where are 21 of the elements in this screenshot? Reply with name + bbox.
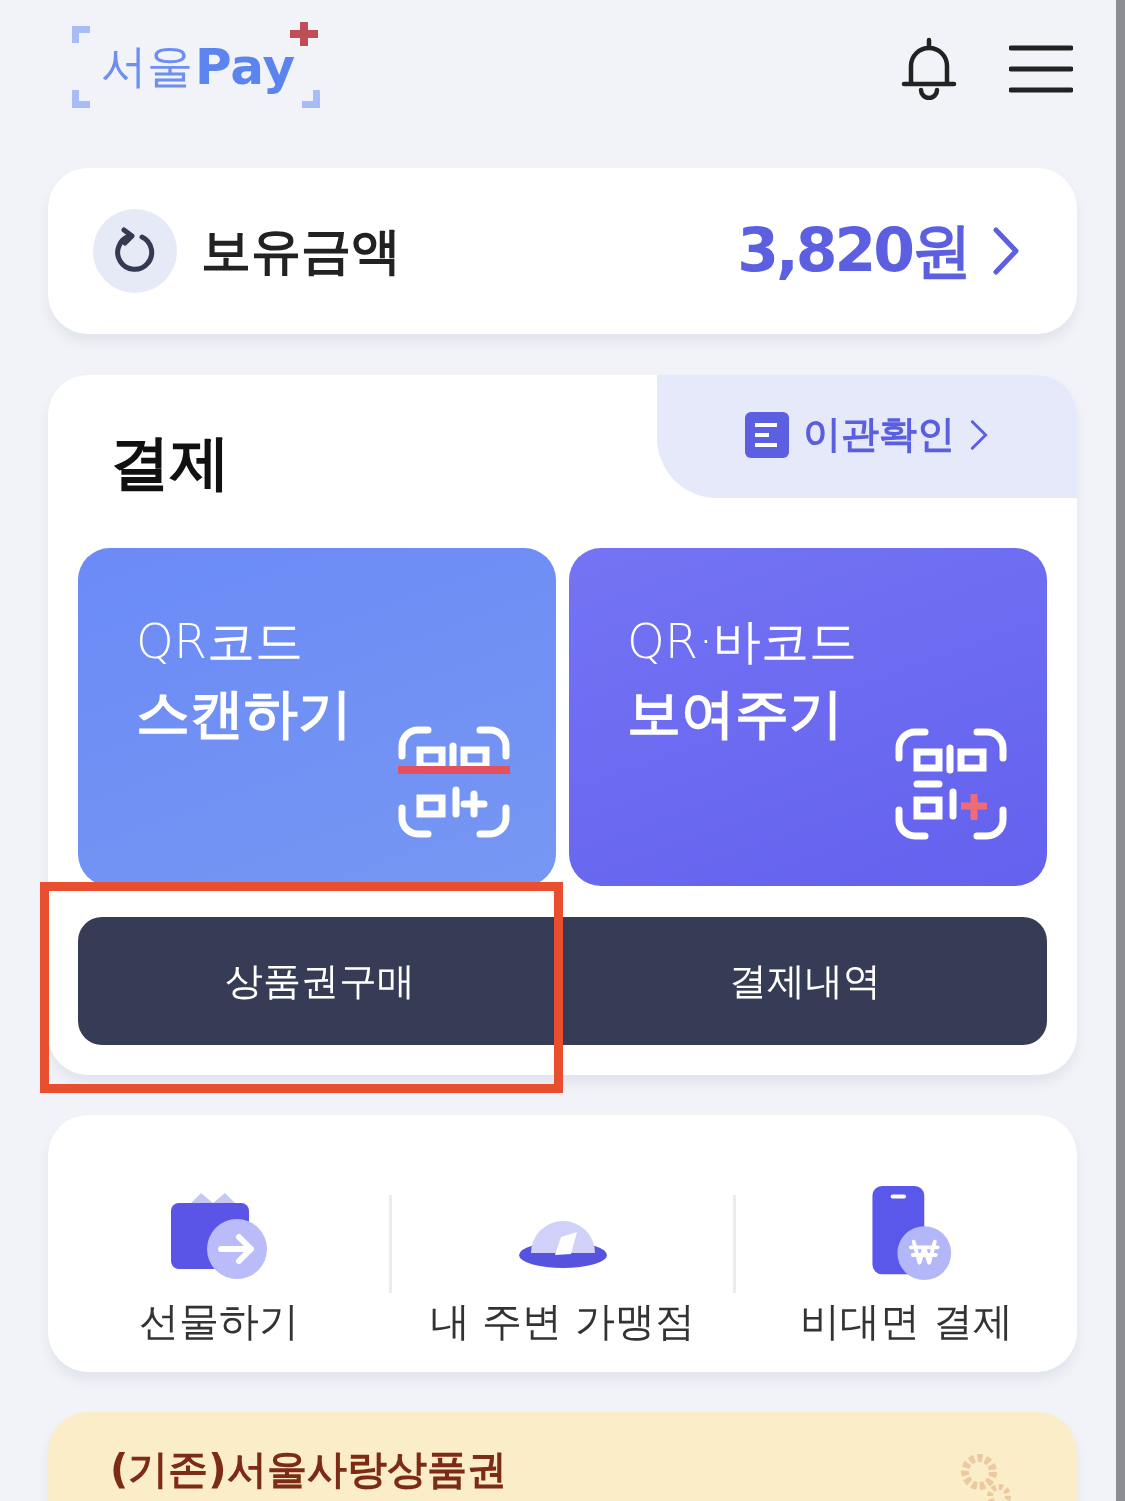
shortcut-item[interactable]: 내 주변 가맹점 <box>392 1138 733 1349</box>
chevron-right-icon <box>991 226 1021 276</box>
shortcut-item[interactable]: 비대면 결제 <box>736 1138 1077 1349</box>
promo-card[interactable]: (기존)서울사랑상품권 <box>48 1412 1077 1501</box>
payment-title: 결제 <box>110 426 230 499</box>
shortcut-item[interactable]: 선물하기 <box>48 1138 389 1349</box>
promo-title: (기존)서울사랑상품권 <box>110 1445 507 1494</box>
app-logo: 서울Pay <box>68 22 328 112</box>
balance-card[interactable]: 보유금액 3,820원 <box>48 168 1077 334</box>
compass-dome-icon <box>517 1219 608 1270</box>
notification-bell-icon[interactable] <box>899 36 959 100</box>
balance-amount: 3,820원 <box>737 213 969 287</box>
document-icon <box>745 411 789 458</box>
menu-icon[interactable] <box>1009 44 1073 94</box>
qr-tile[interactable]: QR·바코드 보여주기 <box>569 548 1047 886</box>
balance-label: 보유금액 <box>201 220 401 282</box>
payment-action-button[interactable]: 결제내역 <box>562 917 1047 1045</box>
qr-scan-icon <box>398 726 510 838</box>
transfer-check-link[interactable]: 이관확인 <box>657 375 1077 498</box>
qr-code-icon <box>895 728 1007 840</box>
scrollbar[interactable] <box>1116 0 1125 1501</box>
